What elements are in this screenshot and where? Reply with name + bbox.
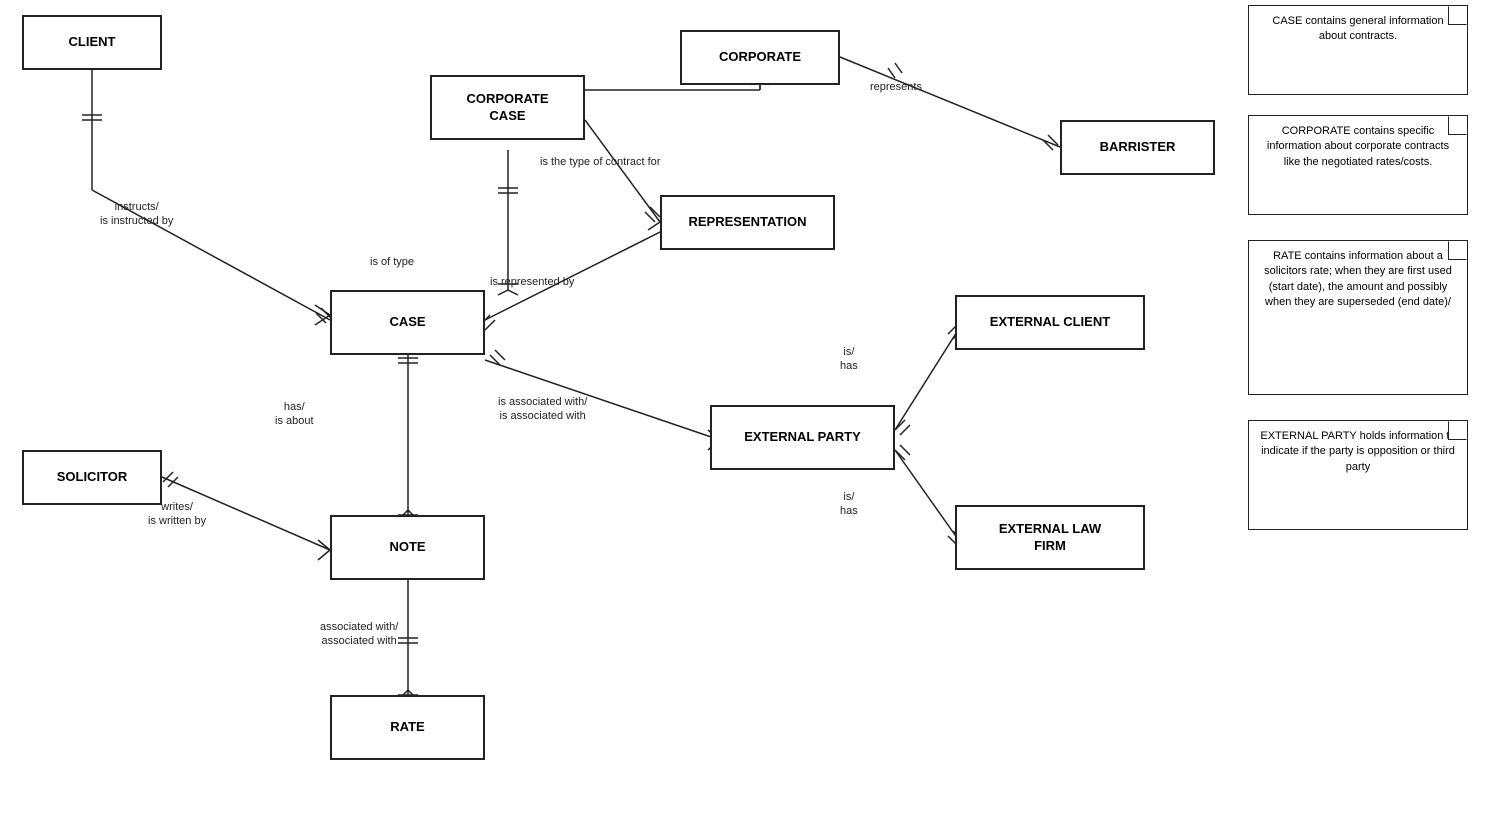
rel-assoc-rate: associated with/associated with [320,620,398,649]
rel-instructs: instructs/is instructed by [100,200,173,229]
entity-corporate: CORPORATE [680,30,840,85]
rel-represents: represents [870,80,922,94]
entity-external-client: EXTERNAL CLIENT [955,295,1145,350]
entity-external-party: EXTERNAL PARTY [710,405,895,470]
entity-corporate-case: CORPORATECASE [430,75,585,140]
rel-has-is-about: has/is about [275,400,314,429]
entity-client: CLIENT [22,15,162,70]
rel-writes: writes/is written by [148,500,206,529]
entity-solicitor: SOLICITOR [22,450,162,505]
note-case: CASE contains general information about … [1248,5,1468,95]
note-rate: RATE contains information about a solici… [1248,240,1468,395]
entity-external-law-firm: EXTERNAL LAWFIRM [955,505,1145,570]
entity-representation: REPRESENTATION [660,195,835,250]
erd-diagram: CLIENT CORPORATE CORPORATECASE BARRISTER… [0,0,1504,831]
rel-is-has-client: is/has [840,345,858,374]
entity-case: CASE [330,290,485,355]
entity-barrister: BARRISTER [1060,120,1215,175]
rel-is-represented-by: is represented by [490,275,574,289]
entity-rate: RATE [330,695,485,760]
rel-is-has-firm: is/has [840,490,858,519]
rel-is-associated-with: is associated with/is associated with [498,395,587,424]
note-corporate: CORPORATE contains specific information … [1248,115,1468,215]
note-external-party: EXTERNAL PARTY holds information to indi… [1248,420,1468,530]
rel-is-of-type: is of type [370,255,414,269]
rel-is-type-contract: is the type of contract for [540,155,660,169]
entity-note: NOTE [330,515,485,580]
